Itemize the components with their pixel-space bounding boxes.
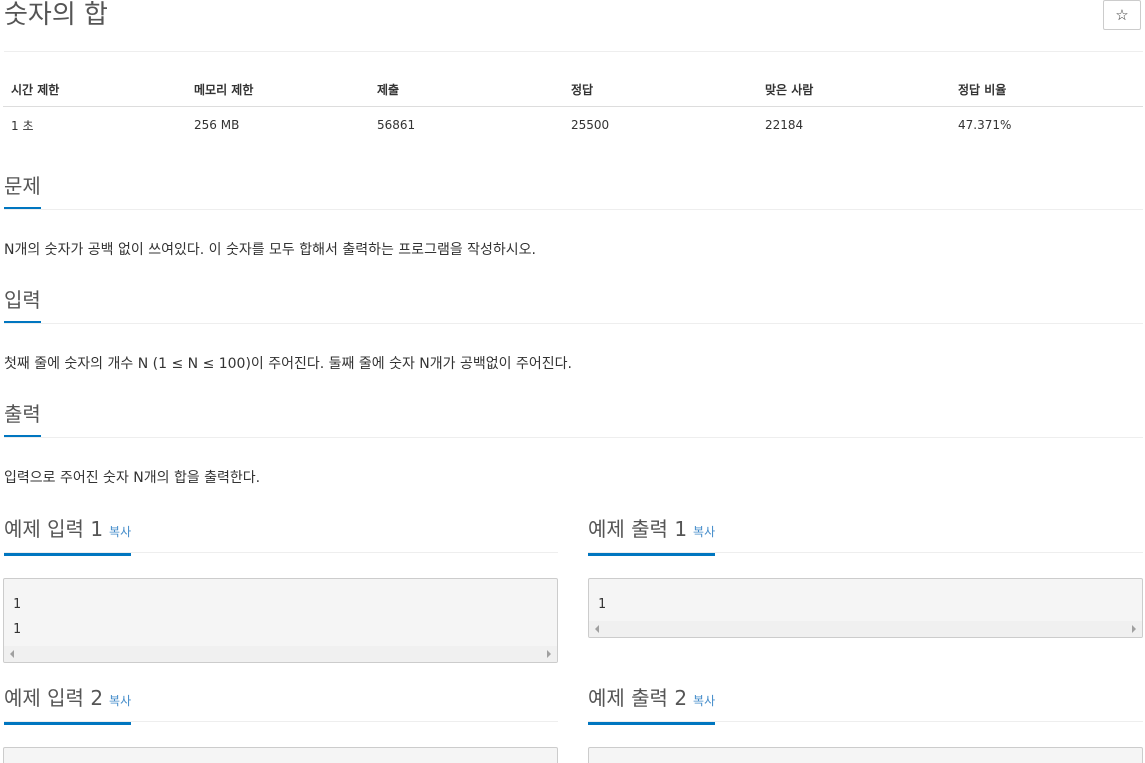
sample-output-1-lines: 1 xyxy=(598,592,606,617)
sample-output-1-divider xyxy=(588,552,1143,553)
sample-output-1-scrollbar[interactable] xyxy=(589,621,1142,637)
problem-section-divider xyxy=(4,209,1143,210)
sample-output-1-line-1: 1 xyxy=(598,597,606,612)
value-time-limit: 1 초 xyxy=(11,118,34,133)
input-heading: 입력 xyxy=(4,286,41,324)
input-section-divider xyxy=(4,323,1143,324)
value-submissions: 56861 xyxy=(377,118,416,132)
sample-output-2-title: 예제 출력 2 xyxy=(588,686,688,710)
value-accepted: 25500 xyxy=(571,118,610,132)
sample-output-2-heading: 예제 출력 2 복사 xyxy=(588,684,716,725)
sample-input-1-heading-wrap: 예제 입력 1 복사 xyxy=(4,515,132,556)
sample-output-1-title: 예제 출력 1 xyxy=(588,517,688,541)
sample-input-2-heading-wrap: 예제 입력 2 복사 xyxy=(4,684,132,725)
input-description: 첫째 줄에 숫자의 개수 N (1 ≤ N ≤ 100)이 주어진다. 둘째 줄… xyxy=(4,356,572,372)
scroll-right-icon[interactable] xyxy=(1132,625,1136,633)
sample-input-1-heading: 예제 입력 1 복사 xyxy=(4,515,132,556)
value-accept-ratio: 47.371% xyxy=(958,118,1012,132)
header-submissions: 제출 xyxy=(369,72,563,107)
info-value-row: 1 초 256 MB 56861 25500 22184 47.371% xyxy=(3,107,1143,144)
star-button[interactable]: ☆ xyxy=(1103,0,1141,30)
sample-output-1-box[interactable]: 1 xyxy=(588,578,1143,638)
output-section-heading: 출력 xyxy=(4,400,41,440)
info-header-row: 시간 제한 메모리 제한 제출 정답 맞은 사람 정답 비율 xyxy=(3,72,1143,107)
copy-sample-output-1-link[interactable]: 복사 xyxy=(693,525,715,539)
sample-input-2-divider xyxy=(4,721,558,722)
problem-section-heading: 문제 xyxy=(4,172,41,212)
header-accepted: 정답 xyxy=(563,72,757,107)
sample-input-2-box[interactable] xyxy=(3,747,558,763)
sample-input-1-line-1: 1 xyxy=(13,597,21,612)
sample-input-2-title: 예제 입력 2 xyxy=(4,686,104,710)
sample-input-1-title: 예제 입력 1 xyxy=(4,517,104,541)
sample-input-1-lines: 1 1 xyxy=(13,592,21,642)
problem-description: N개의 숫자가 공백 없이 쓰여있다. 이 숫자를 모두 합해서 출력하는 프로… xyxy=(4,242,537,258)
output-heading: 출력 xyxy=(4,400,41,438)
sample-output-2-box[interactable] xyxy=(588,747,1143,763)
header-memory-limit: 메모리 제한 xyxy=(186,72,369,107)
scroll-left-icon[interactable] xyxy=(10,650,14,658)
sample-input-1-box[interactable]: 1 1 xyxy=(3,578,558,663)
sample-input-1-line-2: 1 xyxy=(13,622,21,637)
sample-output-2-heading-wrap: 예제 출력 2 복사 xyxy=(588,684,716,725)
value-memory-limit: 256 MB xyxy=(194,118,240,132)
sample-input-1-divider xyxy=(4,552,558,553)
header-accept-ratio: 정답 비율 xyxy=(950,72,1143,107)
input-section-heading: 입력 xyxy=(4,286,41,326)
sample-input-1-scrollbar[interactable] xyxy=(4,646,557,662)
sample-output-1-heading: 예제 출력 1 복사 xyxy=(588,515,716,556)
copy-sample-input-1-link[interactable]: 복사 xyxy=(109,525,131,539)
scroll-left-icon[interactable] xyxy=(595,625,599,633)
sample-output-2-divider xyxy=(588,721,1143,722)
star-icon: ☆ xyxy=(1115,7,1129,24)
output-section-divider xyxy=(4,437,1143,438)
problem-heading: 문제 xyxy=(4,172,41,210)
header-solved-users: 맞은 사람 xyxy=(757,72,950,107)
header-time-limit: 시간 제한 xyxy=(3,72,186,107)
copy-sample-output-2-link[interactable]: 복사 xyxy=(693,694,715,708)
page-title: 숫자의 합 xyxy=(4,0,108,30)
sample-output-1-heading-wrap: 예제 출력 1 복사 xyxy=(588,515,716,556)
copy-sample-input-2-link[interactable]: 복사 xyxy=(109,694,131,708)
title-divider xyxy=(4,51,1143,52)
output-description: 입력으로 주어진 숫자 N개의 합을 출력한다. xyxy=(4,470,261,486)
problem-info-table: 시간 제한 메모리 제한 제출 정답 맞은 사람 정답 비율 1 초 256 M… xyxy=(3,72,1143,143)
problem-page: 숫자의 합 ☆ 시간 제한 메모리 제한 제출 정답 맞은 사람 정답 비율 1… xyxy=(0,0,1145,763)
value-solved-users: 22184 xyxy=(765,118,804,132)
scroll-right-icon[interactable] xyxy=(547,650,551,658)
sample-input-2-heading: 예제 입력 2 복사 xyxy=(4,684,132,725)
